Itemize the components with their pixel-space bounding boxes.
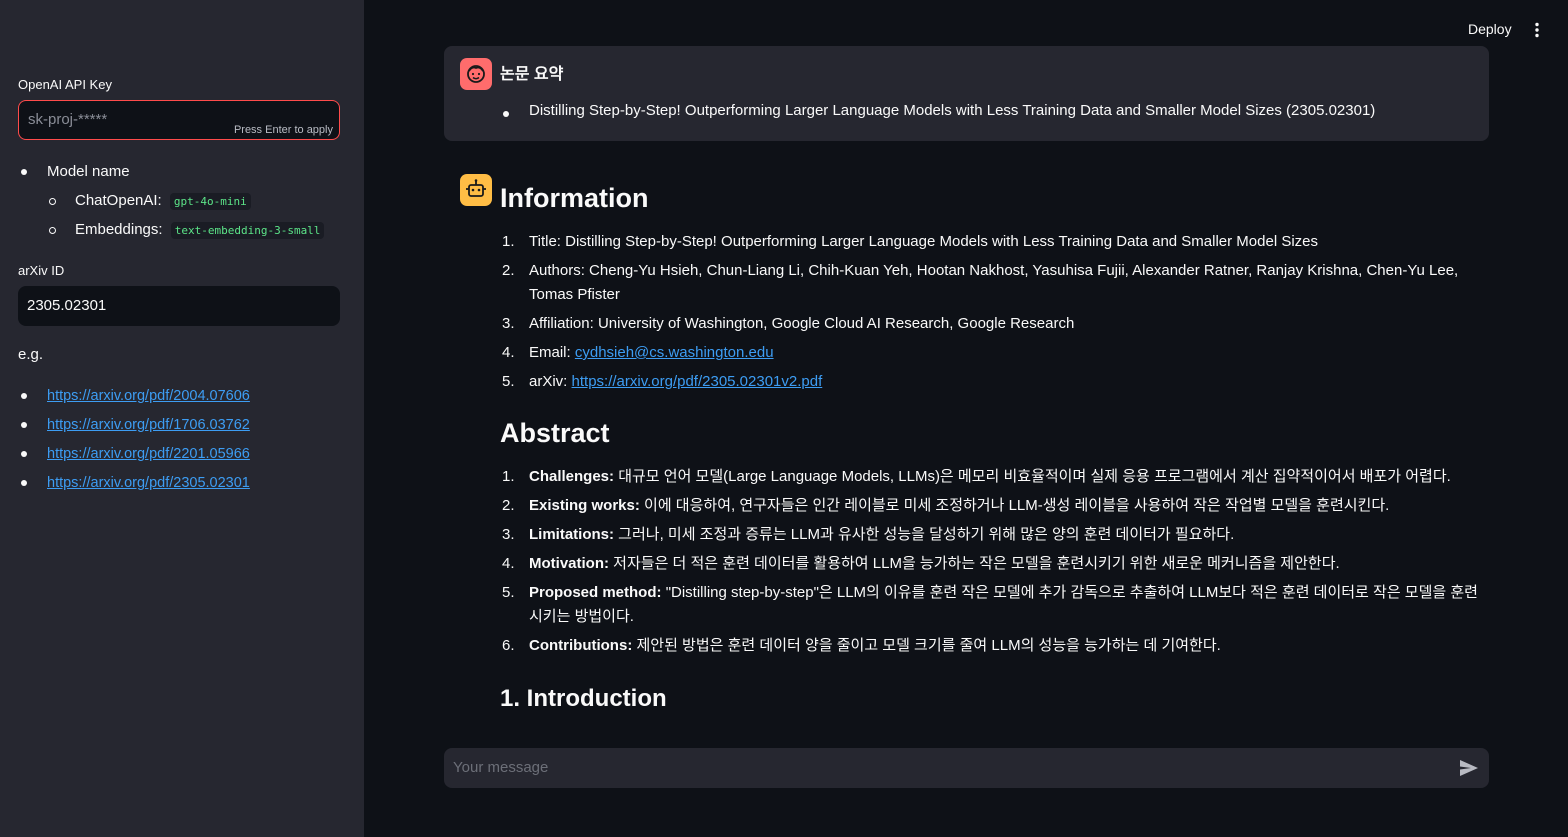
list-item: https://arxiv.org/pdf/2201.05966 [18,442,250,471]
info-affiliation-value: University of Washington, Google Cloud A… [597,315,1075,332]
abstract-label: Proposed method: [529,584,662,601]
face-icon [467,65,485,83]
api-key-input[interactable] [28,111,248,128]
api-key-field[interactable]: Press Enter to apply [18,100,340,140]
abstract-list: 1. Challenges: 대규모 언어 모델(Large Language … [500,465,1480,658]
list-item: https://arxiv.org/pdf/1706.03762 [18,413,250,442]
chat-message-input[interactable] [453,759,1433,776]
list-item: https://arxiv.org/pdf/2004.07606 [18,384,250,413]
bullet-hollow [49,227,56,234]
info-label: arXiv: [529,373,568,390]
information-list: 1. Title: Distilling Step-by-Step! Outpe… [500,230,1480,394]
abstract-label: Challenges: [529,468,615,485]
list-item: 4. Email: cydhsieh@cs.washington.edu [502,344,774,361]
bullet-dot [21,480,27,486]
list-item: 1. Title: Distilling Step-by-Step! Outpe… [502,233,1319,250]
list-item: 3. Affiliation: University of Washington… [502,315,1075,332]
list-item: Embeddings: text-embedding-3-small [18,218,348,247]
abstract-text: "Distilling step-by-step"은 LLM의 이유를 훈련 작… [529,584,1478,625]
example-link[interactable]: https://arxiv.org/pdf/2004.07606 [47,388,250,404]
abstract-text: 저자들은 더 적은 훈련 데이터를 활용하여 LLM을 능가하는 작은 모델을 … [613,555,1340,572]
robot-icon [466,179,486,197]
chat-model-label: ChatOpenAI: [75,192,162,209]
examples-label: e.g. [18,346,44,363]
abstract-label: Limitations: [529,526,614,543]
chat-input-box[interactable] [444,748,1489,788]
bullet-dot [503,111,509,117]
info-authors-value: Cheng-Yu Hsieh, Chun-Liang Li, Chih-Kuan… [529,262,1459,303]
arxiv-id-input[interactable] [27,297,327,314]
abstract-heading: Abstract [500,418,610,448]
list-item: 4. Motivation: 저자들은 더 적은 훈련 데이터를 활용하여 LL… [502,555,1340,572]
user-message-title: 논문 요약 [500,66,564,83]
example-links-list: https://arxiv.org/pdf/2004.07606 https:/… [18,384,250,500]
sidebar: OpenAI API Key Press Enter to apply Mode… [0,0,364,837]
example-link[interactable]: https://arxiv.org/pdf/2201.05966 [47,446,250,462]
user-message-item: Distilling Step-by-Step! Outperforming L… [500,102,1460,119]
press-enter-hint: Press Enter to apply [233,124,333,136]
abstract-text: 이에 대응하여, 연구자들은 인간 레이블로 미세 조정하거나 LLM-생성 레… [644,497,1390,514]
bullet-dot [21,451,27,457]
model-name-label: Model name [47,163,130,180]
bullet-dot [21,422,27,428]
send-icon[interactable] [1458,758,1480,778]
info-label: Affiliation: [529,315,594,332]
list-item: Model name [18,160,348,189]
list-item: 5. Proposed method: "Distilling step-by-… [502,584,1478,625]
bullet-hollow [49,198,56,205]
list-item: 1. Challenges: 대규모 언어 모델(Large Language … [502,468,1451,485]
assistant-message: Information 1. Title: Distilling Step-by… [500,180,1480,733]
api-key-label: OpenAI API Key [18,77,112,92]
abstract-text: 제안된 방법은 훈련 데이터 양을 줄이고 모델 크기를 줄여 LLM의 성능을… [636,637,1221,654]
embeddings-label: Embeddings: [75,221,163,238]
bullet-dot [21,169,27,175]
bullet-dot [21,393,27,399]
arxiv-id-label: arXiv ID [18,263,65,278]
list-item: 2. Existing works: 이에 대응하여, 연구자들은 인간 레이블… [502,497,1390,514]
example-link[interactable]: https://arxiv.org/pdf/2305.02301 [47,475,250,491]
abstract-label: Contributions: [529,637,633,654]
list-item: https://arxiv.org/pdf/2305.02301 [18,471,250,500]
abstract-label: Motivation: [529,555,609,572]
email-link[interactable]: cydhsieh@cs.washington.edu [575,344,774,361]
list-item: 3. Limitations: 그러나, 미세 조정과 증류는 LLM과 유사한… [502,526,1235,543]
deploy-button[interactable]: Deploy [1468,21,1512,37]
info-label: Email: [529,344,571,361]
user-avatar [460,58,492,90]
embeddings-value: text-embedding-3-small [170,222,325,239]
info-label: Title: [529,233,561,250]
info-title-value: Distilling Step-by-Step! Outperforming L… [565,233,1319,250]
paper-title-text: Distilling Step-by-Step! Outperforming L… [529,102,1376,119]
example-link[interactable]: https://arxiv.org/pdf/1706.03762 [47,417,250,433]
abstract-text: 대규모 언어 모델(Large Language Models, LLMs)은 … [618,468,1451,485]
list-item: 5. arXiv: https://arxiv.org/pdf/2305.023… [502,373,823,390]
list-item: ChatOpenAI: gpt-4o-mini [18,189,348,218]
chat-model-value: gpt-4o-mini [169,193,251,210]
abstract-text: 그러나, 미세 조정과 증류는 LLM과 유사한 성능을 달성하기 위해 많은 … [618,526,1235,543]
arxiv-pdf-link[interactable]: https://arxiv.org/pdf/2305.02301v2.pdf [572,373,823,390]
model-info-list: Model name ChatOpenAI: gpt-4o-mini Embed… [18,160,348,247]
arxiv-id-field[interactable] [18,286,340,326]
list-item: 2. Authors: Cheng-Yu Hsieh, Chun-Liang L… [502,262,1459,303]
info-label: Authors: [529,262,585,279]
introduction-heading: 1. Introduction [500,685,667,712]
information-heading: Information [500,183,649,213]
abstract-label: Existing works: [529,497,640,514]
user-message [444,46,1489,141]
assistant-avatar [460,174,492,206]
list-item: 6. Contributions: 제안된 방법은 훈련 데이터 양을 줄이고 … [502,637,1221,654]
kebab-menu-icon[interactable] [1528,21,1546,39]
